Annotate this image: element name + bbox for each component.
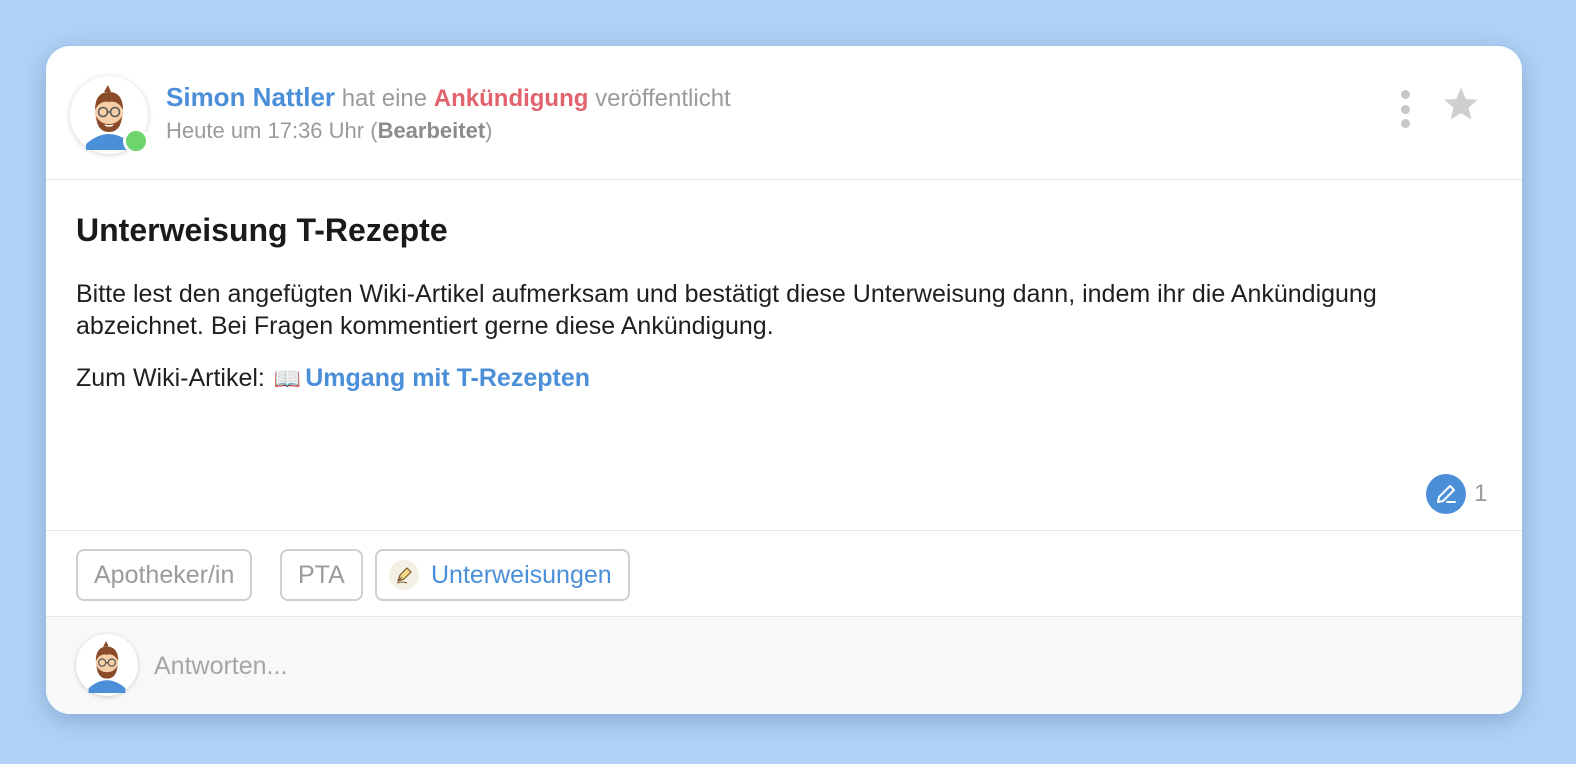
wiki-article-link[interactable]: Umgang mit T-Rezepten [305, 364, 590, 392]
post-title: Unterweisung T-Rezepte [76, 212, 448, 248]
book-icon: 📖 [273, 366, 302, 391]
signatures-badge[interactable]: 1 [1426, 474, 1487, 514]
star-icon [1444, 87, 1478, 120]
dot-icon [1400, 104, 1410, 114]
post-timestamp: Heute um 17:36 Uhr (Bearbeitet) [166, 118, 492, 144]
timestamp-text: Heute um 17:36 Uhr [166, 118, 365, 143]
wiki-label: Zum Wiki-Artikel: [76, 364, 265, 392]
dot-icon [1400, 119, 1410, 128]
post-card: Simon Nattler hat eine Ankündigung veröf… [46, 46, 1522, 714]
wiki-reference: Zum Wiki-Artikel: 📖 Umgang mit T-Rezepten [76, 364, 590, 393]
edited-indicator: (Bearbeitet) [370, 118, 493, 143]
signatures-count: 1 [1474, 480, 1488, 507]
more-options-button[interactable] [1392, 90, 1418, 128]
post-header: Simon Nattler hat eine Ankündigung veröf… [46, 46, 1522, 180]
current-user-avatar [76, 634, 138, 696]
tag-label: Unterweisungen [431, 560, 612, 589]
reply-bar [46, 616, 1522, 714]
tags-row: Apotheker/in PTA Unterweisungen [46, 530, 1522, 616]
tag-apotheker[interactable]: Apotheker/in [76, 549, 253, 601]
signature-pen-icon [1426, 474, 1466, 514]
action-suffix-text: veröffentlicht [595, 85, 731, 112]
author-name-link[interactable]: Simon Nattler [166, 82, 335, 112]
post-body-text: Bitte lest den angefügten Wiki-Artikel a… [76, 280, 1377, 340]
online-status-indicator [123, 128, 149, 154]
tag-unterweisungen[interactable]: Unterweisungen [375, 549, 630, 601]
favorite-star-button[interactable] [1442, 86, 1480, 127]
tag-label: PTA [298, 560, 345, 589]
post-meta: Simon Nattler hat eine Ankündigung veröf… [166, 82, 731, 113]
post-type-label[interactable]: Ankündigung [434, 85, 589, 112]
dot-icon [1400, 90, 1410, 99]
pen-nib-icon [389, 560, 419, 590]
avatar-illustration-icon [79, 637, 135, 693]
tag-label: Apotheker/in [94, 560, 235, 589]
tag-pta[interactable]: PTA [280, 549, 363, 601]
action-prefix-text: hat eine [341, 85, 428, 112]
reply-input[interactable] [154, 645, 1474, 687]
